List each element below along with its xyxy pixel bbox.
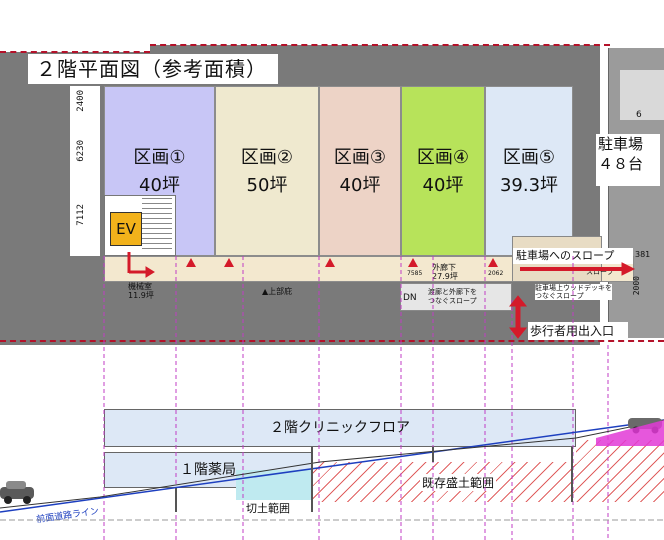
guide-lines xyxy=(103,256,609,540)
car-icon xyxy=(0,481,34,504)
drawing-overlay xyxy=(0,252,664,540)
road-line xyxy=(0,419,664,513)
plan-red-arrows xyxy=(127,252,636,339)
ev-arrow-head xyxy=(145,266,155,278)
parking-arrow-head xyxy=(621,262,636,276)
